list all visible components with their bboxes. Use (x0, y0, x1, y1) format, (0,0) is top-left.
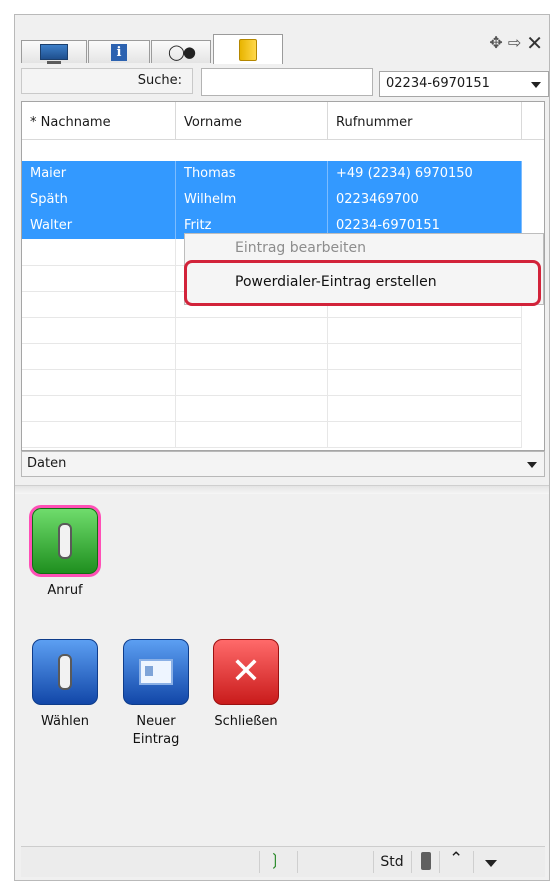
waehlen-button[interactable]: Wählen (25, 639, 105, 731)
tab-info[interactable]: i (88, 40, 150, 63)
panel-splitter[interactable] (15, 485, 549, 494)
dock-icon[interactable]: ⇨ (508, 35, 521, 51)
column-header-vorname[interactable]: Vorname (176, 102, 328, 139)
neuer-eintrag-label: Neuer Eintrag (132, 714, 180, 747)
table-row[interactable]: Maier Thomas +49 (2234) 6970150 (22, 161, 522, 187)
dial-phone-icon (32, 639, 98, 705)
chevron-down-icon (527, 462, 537, 468)
cell-rufnummer: 0223469700 (328, 187, 522, 213)
data-dropdown-label: Daten (27, 456, 67, 471)
tab-glasses[interactable]: ◯● (151, 40, 211, 63)
info-icon: i (111, 43, 127, 61)
table-row[interactable]: Späth Wilhelm 0223469700 (22, 187, 522, 213)
std-button[interactable]: Std (378, 852, 406, 872)
cell-vorname: Wilhelm (176, 187, 328, 213)
tab-monitor[interactable] (21, 40, 87, 64)
search-bar: Suche: 02234-6970151 (21, 65, 549, 99)
chevron-down-icon[interactable] (485, 860, 497, 867)
handset-icon[interactable] (421, 852, 431, 870)
status-bar: ❳ Std ⌃ (21, 846, 545, 877)
column-header-nachname[interactable]: * Nachname (22, 102, 176, 139)
cell-nachname: Späth (22, 187, 176, 213)
address-book-icon (239, 38, 257, 61)
empty-row (22, 421, 522, 448)
search-label: Suche: (21, 68, 193, 94)
data-dropdown[interactable]: Daten (21, 451, 545, 477)
anruf-button[interactable]: Anruf (25, 508, 105, 600)
move-icon[interactable]: ✥ (489, 35, 502, 51)
waehlen-label: Wählen (40, 714, 90, 729)
menu-item-eintrag-bearbeiten: Eintrag bearbeiten (235, 240, 366, 256)
tab-strip: i ◯● (21, 34, 285, 64)
number-select-value: 02234-6970151 (386, 76, 490, 91)
column-header-rufnummer[interactable]: Rufnummer (328, 102, 522, 139)
number-select[interactable]: 02234-6970151 (379, 71, 549, 97)
cell-rufnummer: +49 (2234) 6970150 (328, 161, 522, 187)
empty-row (22, 317, 522, 344)
empty-row (22, 369, 522, 396)
cell-nachname: Maier (22, 161, 176, 187)
monitor-icon (40, 44, 68, 64)
close-icon[interactable]: ✕ (526, 33, 543, 53)
schliessen-label: Schließen (214, 714, 278, 729)
glasses-icon: ◯● (168, 43, 196, 61)
cell-vorname: Thomas (176, 161, 328, 187)
phone-icon (32, 508, 98, 574)
window-controls: ✥ ⇨ ✕ (489, 33, 543, 53)
app-window: i ◯● ✥ ⇨ ✕ Suche: 02234-6970151 * Nachna… (14, 14, 550, 881)
search-input[interactable] (201, 68, 373, 96)
schliessen-button[interactable]: ✕ Schließen (206, 639, 286, 731)
neuer-eintrag-button[interactable]: Neuer Eintrag (116, 639, 196, 749)
tab-address-book[interactable] (213, 34, 283, 64)
empty-row (22, 343, 522, 370)
phone-status-icon: ❳ (268, 850, 282, 869)
new-contact-card-icon (123, 639, 189, 705)
anruf-label: Anruf (47, 583, 83, 598)
table-header: * Nachname Vorname Rufnummer (22, 102, 544, 140)
cell-nachname: Walter (22, 213, 176, 239)
double-chevron-up-icon[interactable]: ⌃ (449, 849, 463, 869)
highlight-annotation (184, 260, 541, 306)
chevron-down-icon (531, 82, 541, 88)
close-x-icon: ✕ (213, 639, 279, 705)
empty-row (22, 395, 522, 422)
